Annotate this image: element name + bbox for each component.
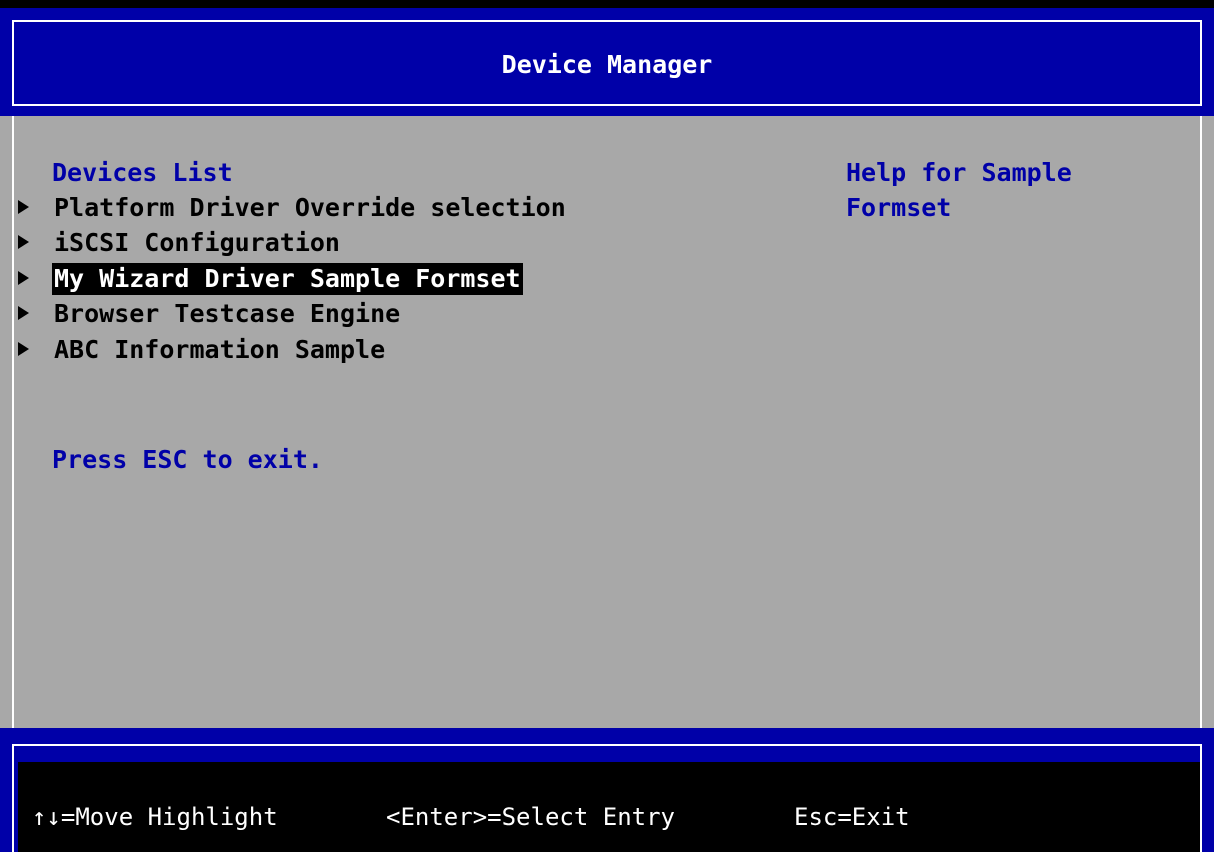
frame-top-border xyxy=(12,744,1202,746)
page-title: Device Manager xyxy=(501,50,713,79)
menu-item-iscsi-configuration[interactable]: iSCSI Configuration xyxy=(18,227,538,259)
exit-hint: Esc=Exit xyxy=(794,803,910,831)
move-highlight-hint: ↑↓=Move Highlight xyxy=(32,803,278,831)
menu-item-label: My Wizard Driver Sample Formset xyxy=(52,263,523,295)
esc-hint: Press ESC to exit. xyxy=(52,445,323,474)
menu-item-label: Browser Testcase Engine xyxy=(54,299,401,328)
triangle-right-icon xyxy=(18,306,29,320)
menu-item-my-wizard-driver[interactable]: My Wizard Driver Sample Formset xyxy=(18,263,538,295)
triangle-right-icon xyxy=(18,200,29,214)
key-hint-bar: ↑↓=Move Highlight <Enter>=Select Entry E… xyxy=(0,728,1214,852)
frame-left-border xyxy=(12,744,14,852)
help-text-line: Help for Sample xyxy=(846,158,1072,187)
triangle-right-icon xyxy=(18,342,29,356)
top-edge xyxy=(0,0,1214,8)
frame-right-border xyxy=(1200,116,1202,728)
menu-item-label: ABC Information Sample xyxy=(54,335,386,364)
title-frame: Device Manager xyxy=(12,20,1202,106)
select-entry-hint: <Enter>=Select Entry xyxy=(386,803,675,831)
title-bar: Device Manager xyxy=(0,8,1214,116)
menu-item-platform-driver-override[interactable]: Platform Driver Override selection xyxy=(18,192,566,224)
menu-item-abc-information-sample[interactable]: ABC Information Sample xyxy=(18,334,538,366)
triangle-right-icon xyxy=(18,235,29,249)
menu-item-label: Platform Driver Override selection xyxy=(54,193,566,222)
triangle-right-icon xyxy=(18,271,29,285)
menu-item-browser-testcase-engine[interactable]: Browser Testcase Engine xyxy=(18,298,538,330)
menu-item-label: iSCSI Configuration xyxy=(54,228,340,257)
section-title: Devices List xyxy=(52,158,233,187)
frame-right-border xyxy=(1200,744,1202,852)
main-panel: Devices List Platform Driver Override se… xyxy=(0,116,1214,728)
frame-left-border xyxy=(12,116,14,728)
help-text-line: Formset xyxy=(846,193,952,222)
